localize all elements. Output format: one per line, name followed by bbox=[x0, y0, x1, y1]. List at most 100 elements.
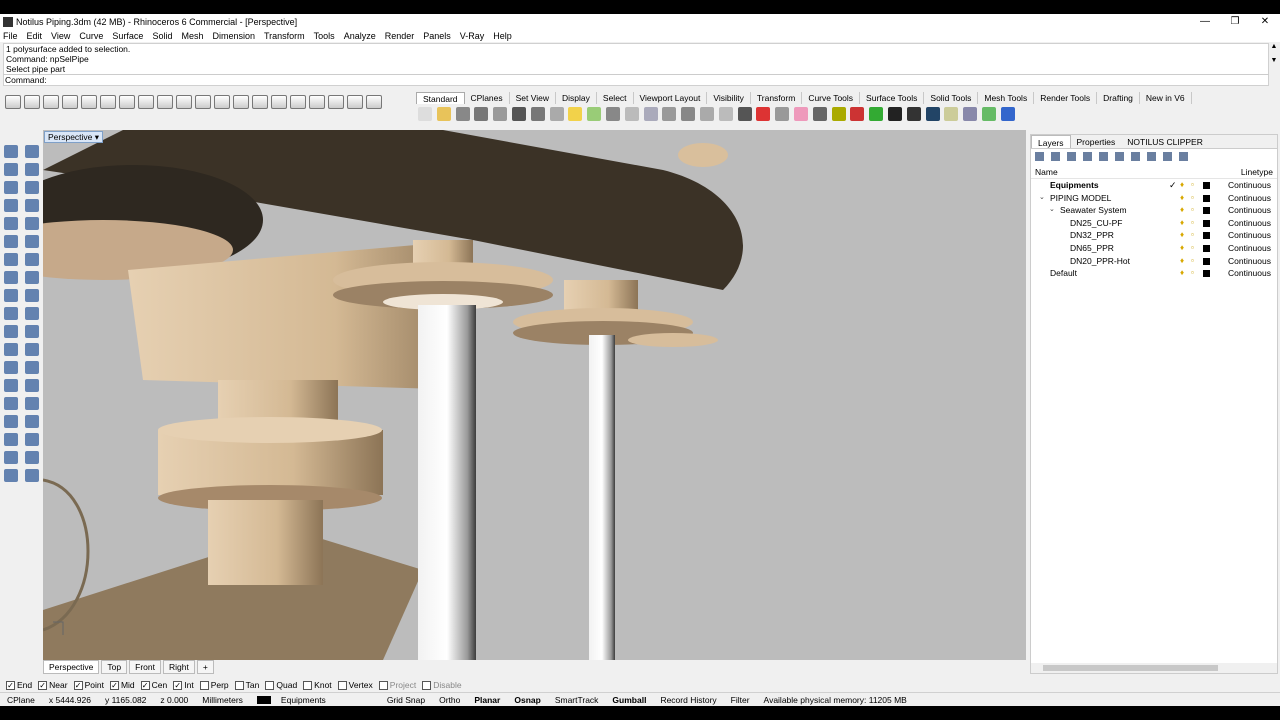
toolbar-tab-viewport-layout[interactable]: Viewport Layout bbox=[634, 92, 708, 104]
visibility-bulb-icon[interactable]: ♦ bbox=[1180, 267, 1184, 280]
tool-icon[interactable] bbox=[24, 180, 39, 194]
toolbar-icon[interactable] bbox=[493, 107, 508, 121]
toolbar-icon[interactable] bbox=[925, 107, 940, 121]
layer-row[interactable]: DN65_PPR ♦ ▫ Continuous bbox=[1031, 242, 1277, 255]
tool-icon[interactable] bbox=[24, 234, 39, 248]
move-parent-icon[interactable] bbox=[1115, 151, 1124, 161]
toolbar-tab-display[interactable]: Display bbox=[556, 92, 597, 104]
toolbar-tab-curve-tools[interactable]: Curve Tools bbox=[802, 92, 861, 104]
tool-icon[interactable] bbox=[3, 450, 18, 464]
status-filter[interactable]: Filter bbox=[724, 695, 757, 705]
menu-help[interactable]: Help bbox=[493, 31, 512, 41]
tool-icon[interactable] bbox=[3, 162, 18, 176]
tool-icon[interactable] bbox=[3, 468, 18, 482]
tab-properties[interactable]: Properties bbox=[1071, 135, 1122, 148]
status-smarttrack[interactable]: SmartTrack bbox=[548, 695, 606, 705]
toolbar-tab-visibility[interactable]: Visibility bbox=[707, 92, 751, 104]
osnap-tan[interactable]: Tan bbox=[234, 680, 259, 690]
tool-icon[interactable] bbox=[3, 234, 18, 248]
tool-button-icon[interactable] bbox=[176, 95, 192, 109]
checkbox[interactable]: ✓ bbox=[73, 680, 83, 690]
toolbar-icon[interactable] bbox=[549, 107, 564, 121]
toolbar-tab-set-view[interactable]: Set View bbox=[510, 92, 557, 104]
layer-color-swatch[interactable] bbox=[1203, 207, 1210, 215]
osnap-vertex[interactable]: Vertex bbox=[337, 680, 373, 690]
menu-render[interactable]: Render bbox=[385, 31, 415, 41]
osnap-mid[interactable]: ✓ Mid bbox=[109, 680, 135, 690]
tool-button-icon[interactable] bbox=[252, 95, 268, 109]
toolbar-icon[interactable] bbox=[474, 107, 489, 121]
visibility-bulb-icon[interactable]: ♦ bbox=[1180, 192, 1184, 205]
layer-state-icon[interactable] bbox=[1147, 151, 1156, 161]
tool-icon[interactable] bbox=[3, 270, 18, 284]
menu-surface[interactable]: Surface bbox=[112, 31, 143, 41]
menu-analyze[interactable]: Analyze bbox=[344, 31, 376, 41]
tool-icon[interactable] bbox=[24, 144, 39, 158]
checkbox[interactable]: ✓ bbox=[6, 680, 15, 690]
tool-icon[interactable] bbox=[24, 288, 39, 302]
osnap-near[interactable]: ✓ Near bbox=[38, 680, 68, 690]
osnap-quad[interactable]: Quad bbox=[265, 680, 297, 690]
viewport-tab-right[interactable]: Right bbox=[162, 660, 195, 674]
tool-button-icon[interactable] bbox=[43, 95, 59, 109]
tool-icon[interactable] bbox=[24, 252, 39, 266]
new-layer-icon[interactable] bbox=[1035, 151, 1044, 161]
menu-solid[interactable]: Solid bbox=[152, 31, 172, 41]
osnap-knot[interactable]: Knot bbox=[303, 680, 332, 690]
tool-button-icon[interactable] bbox=[5, 95, 21, 109]
visibility-bulb-icon[interactable]: ♦ bbox=[1180, 255, 1184, 268]
checkbox[interactable]: ✓ bbox=[109, 680, 119, 690]
checkbox[interactable]: ✓ bbox=[38, 680, 48, 690]
perspective-viewport[interactable]: Perspective ▾ bbox=[43, 130, 1026, 660]
tool-icon[interactable] bbox=[24, 270, 39, 284]
toolbar-icon[interactable] bbox=[681, 107, 696, 121]
tool-button-icon[interactable] bbox=[100, 95, 116, 109]
new-sublayer-icon[interactable] bbox=[1051, 151, 1060, 161]
viewport-tab-front[interactable]: Front bbox=[129, 660, 161, 674]
checkbox[interactable] bbox=[303, 680, 313, 690]
layer-row[interactable]: Equipments ✓ ♦ ▫ Continuous bbox=[1031, 179, 1277, 192]
toolbar-icon[interactable] bbox=[869, 107, 884, 121]
status-record-history[interactable]: Record History bbox=[653, 695, 723, 705]
menu-file[interactable]: File bbox=[3, 31, 18, 41]
tool-button-icon[interactable] bbox=[119, 95, 135, 109]
toolbar-icon[interactable] bbox=[511, 107, 526, 121]
tool-icon[interactable] bbox=[24, 450, 39, 464]
lock-icon[interactable]: ▫ bbox=[1191, 179, 1194, 192]
menu-curve[interactable]: Curve bbox=[79, 31, 103, 41]
tool-icon[interactable] bbox=[24, 396, 39, 410]
checkbox[interactable]: ✓ bbox=[173, 680, 183, 690]
move-up-icon[interactable] bbox=[1083, 151, 1092, 161]
toolbar-icon[interactable] bbox=[850, 107, 865, 121]
checkbox[interactable] bbox=[265, 680, 275, 690]
tool-icon[interactable] bbox=[3, 198, 18, 212]
tool-button-icon[interactable] bbox=[347, 95, 363, 109]
toolbar-icon[interactable] bbox=[887, 107, 902, 121]
toolbar-tab-select[interactable]: Select bbox=[597, 92, 634, 104]
close-button[interactable]: ✕ bbox=[1250, 14, 1280, 29]
expand-toggle-icon[interactable]: ⌄ bbox=[1049, 204, 1055, 217]
viewport-label[interactable]: Perspective ▾ bbox=[44, 131, 104, 143]
tool-icon[interactable] bbox=[24, 468, 39, 482]
tool-icon[interactable] bbox=[3, 180, 18, 194]
checkbox[interactable] bbox=[378, 680, 388, 690]
layer-row[interactable]: ⌄ Seawater System ♦ ▫ Continuous bbox=[1031, 204, 1277, 217]
tool-icon[interactable] bbox=[24, 162, 39, 176]
filter-icon[interactable] bbox=[1131, 151, 1140, 161]
command-scrollbar[interactable]: ▲ ▼ bbox=[1270, 43, 1278, 86]
lock-icon[interactable]: ▫ bbox=[1191, 242, 1194, 255]
units-label[interactable]: Millimeters bbox=[195, 695, 250, 705]
status-grid-snap[interactable]: Grid Snap bbox=[380, 695, 432, 705]
move-down-icon[interactable] bbox=[1099, 151, 1108, 161]
toolbar-icon[interactable] bbox=[624, 107, 639, 121]
toolbar-icon[interactable] bbox=[831, 107, 846, 121]
lock-icon[interactable]: ▫ bbox=[1191, 229, 1194, 242]
current-layer[interactable]: Equipments bbox=[250, 695, 340, 705]
viewport-tab-perspective[interactable]: Perspective bbox=[43, 660, 100, 674]
toolbar-icon[interactable] bbox=[587, 107, 602, 121]
tool-button-icon[interactable] bbox=[328, 95, 344, 109]
tool-icon[interactable] bbox=[24, 360, 39, 374]
toolbar-icon[interactable] bbox=[418, 107, 432, 121]
toolbar-icon[interactable] bbox=[530, 107, 545, 121]
lock-icon[interactable]: ▫ bbox=[1191, 267, 1194, 280]
